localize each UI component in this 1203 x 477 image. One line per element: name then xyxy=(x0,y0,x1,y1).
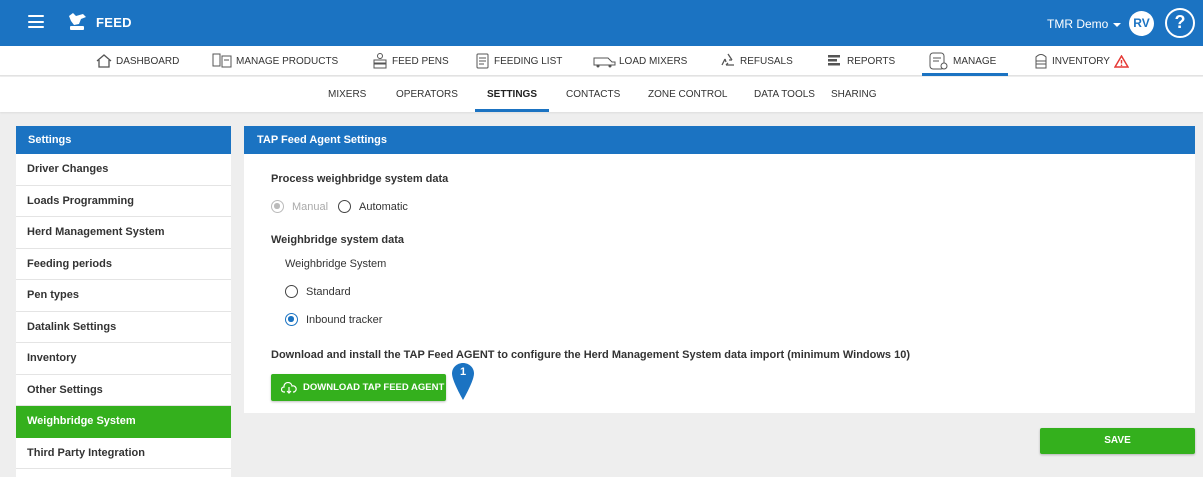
nav-label: LOAD MIXERS xyxy=(619,55,688,67)
sidebar-item-datalink-settings[interactable]: Datalink Settings xyxy=(16,312,231,343)
settings-panel: TAP Feed Agent Settings xyxy=(244,126,1195,413)
nav-refusals[interactable]: REFUSALS xyxy=(719,46,793,76)
download-instructions: Download and install the TAP Feed AGENT … xyxy=(271,349,910,361)
radio-circle xyxy=(285,313,298,326)
sidebar-item-feeding-periods[interactable]: Feeding periods xyxy=(16,249,231,280)
download-button-label: DOWNLOAD TAP FEED AGENT xyxy=(303,382,445,393)
tab-data-tools[interactable]: DATA TOOLS xyxy=(754,77,815,112)
mixer-truck-icon xyxy=(593,57,616,68)
radio-label: Standard xyxy=(306,285,351,298)
nav-reports[interactable]: REPORTS xyxy=(826,46,895,76)
avatar[interactable]: RV xyxy=(1129,11,1154,36)
radio-standard[interactable]: Standard xyxy=(285,285,351,298)
caret-down-icon xyxy=(1113,22,1122,27)
tab-settings[interactable]: SETTINGS xyxy=(474,77,550,112)
nav-label: REFUSALS xyxy=(740,55,793,67)
sidebar-title: Settings xyxy=(16,126,231,154)
tab-sharing[interactable]: SHARING xyxy=(831,77,877,112)
nav-label: MANAGE xyxy=(953,55,997,67)
marker-number: 1 xyxy=(459,366,467,378)
sidebar-item-weighbridge-system[interactable]: Weighbridge System xyxy=(16,406,231,438)
main-nav: DASHBOARD MANAGE PRODUCTS FEED PENS FEED… xyxy=(0,46,1203,76)
nav-feed-pens[interactable]: FEED PENS xyxy=(371,46,449,76)
radio-circle xyxy=(285,285,298,298)
manage-settings-icon xyxy=(929,52,948,70)
radio-inbound-tracker[interactable]: Inbound tracker xyxy=(285,313,382,326)
cow-logo-icon xyxy=(69,13,86,30)
nav-label: MANAGE PRODUCTS xyxy=(236,55,339,67)
nav-inventory[interactable]: INVENTORY xyxy=(1033,46,1132,76)
nav-load-mixers[interactable]: LOAD MIXERS xyxy=(592,46,687,76)
sub-nav: MIXERS OPERATORS SETTINGS CONTACTS ZONE … xyxy=(0,77,1203,112)
data-heading: Weighbridge system data xyxy=(271,234,405,246)
process-heading: Process weighbridge system data xyxy=(271,173,449,185)
tab-operators[interactable]: OPERATORS xyxy=(396,77,458,112)
nav-label: DASHBOARD xyxy=(116,55,180,67)
menu-icon[interactable] xyxy=(28,15,44,28)
tab-zone-control[interactable]: ZONE CONTROL xyxy=(648,77,727,112)
cloud-download-icon xyxy=(281,381,297,394)
nav-label: FEED PENS xyxy=(392,55,449,67)
weighbridge-system-label: Weighbridge System xyxy=(285,258,387,270)
tab-mixers[interactable]: MIXERS xyxy=(328,77,366,112)
download-agent-button[interactable]: DOWNLOAD TAP FEED AGENT xyxy=(271,374,446,401)
nav-label: REPORTS xyxy=(847,55,896,67)
radio-label: Automatic xyxy=(359,200,408,213)
account-name: TMR Demo xyxy=(1047,17,1109,31)
warning-icon xyxy=(1113,54,1129,68)
reports-icon xyxy=(828,55,840,66)
radio-label: Inbound tracker xyxy=(306,313,383,326)
sidebar-item-third-party-integration[interactable]: Third Party Integration xyxy=(16,438,231,469)
app-title[interactable]: FEED xyxy=(96,15,132,30)
sidebar-item-other-settings[interactable]: Other Settings xyxy=(16,375,231,406)
radio-manual[interactable]: Manual xyxy=(271,200,328,213)
products-icon xyxy=(212,53,232,68)
tab-contacts[interactable]: CONTACTS xyxy=(566,77,620,112)
nav-label: FEEDING LIST xyxy=(494,55,563,67)
list-icon xyxy=(476,53,489,69)
recycle-icon xyxy=(721,53,734,66)
radio-automatic[interactable]: Automatic xyxy=(338,200,408,213)
silo-icon xyxy=(1035,54,1047,69)
help-icon[interactable]: ? xyxy=(1165,8,1195,38)
home-icon xyxy=(96,54,112,68)
sidebar-item-driver-changes[interactable]: Driver Changes xyxy=(16,154,231,186)
panel-title: TAP Feed Agent Settings xyxy=(244,126,1195,154)
nav-label: INVENTORY xyxy=(1052,55,1110,67)
sidebar-item-herd-management-system[interactable]: Herd Management System xyxy=(16,217,231,249)
nav-manage-products[interactable]: MANAGE PRODUCTS xyxy=(211,46,338,76)
radio-circle xyxy=(338,200,351,213)
feed-pens-icon xyxy=(373,53,387,69)
radio-label: Manual xyxy=(292,200,329,213)
nav-dashboard[interactable]: DASHBOARD xyxy=(95,46,179,76)
save-button[interactable]: SAVE xyxy=(1040,428,1195,454)
nav-feeding-list[interactable]: FEEDING LIST xyxy=(475,46,562,76)
sidebar-item-pen-types[interactable]: Pen types xyxy=(16,280,231,312)
sidebar-item-inventory[interactable]: Inventory xyxy=(16,343,231,375)
account-menu[interactable]: TMR Demo xyxy=(1047,17,1122,31)
radio-circle xyxy=(271,200,284,213)
sidebar-item-loads-programming[interactable]: Loads Programming xyxy=(16,186,231,217)
settings-sidebar: Settings Driver Changes Loads Programmin… xyxy=(16,126,231,477)
top-app-bar: FEED TMR Demo RV ? xyxy=(0,0,1203,46)
nav-manage[interactable]: MANAGE xyxy=(921,46,1009,76)
